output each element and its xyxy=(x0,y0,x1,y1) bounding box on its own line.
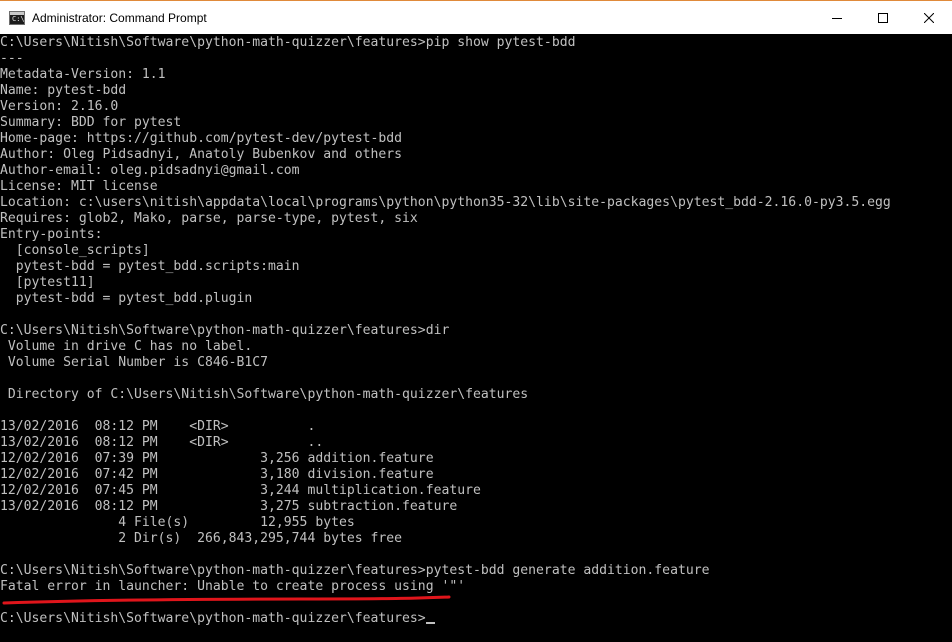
error-line: Fatal error in launcher: Unable to creat… xyxy=(0,579,466,594)
console-line: C:\Users\Nitish\Software\python-math-qui… xyxy=(0,563,710,578)
prompt-line[interactable]: C:\Users\Nitish\Software\python-math-qui… xyxy=(0,611,952,627)
close-button[interactable] xyxy=(906,1,952,35)
error-underline-annotation xyxy=(2,595,451,605)
console-line: 12/02/2016 07:39 PM 3,256 addition.featu… xyxy=(0,451,434,466)
text-cursor xyxy=(425,622,435,624)
console-line: Requires: glob2, Mako, parse, parse-type… xyxy=(0,211,418,226)
console-line: 2 Dir(s) 266,843,295,744 bytes free xyxy=(0,531,403,546)
console-line: Home-page: https://github.com/pytest-dev… xyxy=(0,131,403,146)
window-controls xyxy=(814,1,952,35)
minimize-icon xyxy=(832,18,842,19)
command-prompt-icon[interactable]: C:\ xyxy=(9,10,25,25)
window-title: Administrator: Command Prompt xyxy=(32,10,207,25)
console-line: Version: 2.16.0 xyxy=(0,99,119,114)
prompt-text: C:\Users\Nitish\Software\python-math-qui… xyxy=(0,611,426,626)
console-line: 4 File(s) 12,955 bytes xyxy=(0,515,355,530)
console-line: 12/02/2016 07:45 PM 3,244 multiplication… xyxy=(0,483,481,498)
command-prompt-icon-label: C:\ xyxy=(12,14,25,23)
console-line: Location: c:\users\nitish\appdata\local\… xyxy=(0,195,891,210)
maximize-button[interactable] xyxy=(860,1,906,35)
maximize-icon xyxy=(878,13,888,23)
console-line: C:\Users\Nitish\Software\python-math-qui… xyxy=(0,323,450,338)
console-line: Entry-points: xyxy=(0,227,103,242)
console-line: 13/02/2016 08:12 PM 3,275 subtraction.fe… xyxy=(0,499,458,514)
console-line: [pytest11] xyxy=(0,275,95,290)
console-line: 13/02/2016 08:12 PM <DIR> .. xyxy=(0,435,324,450)
console-line: Name: pytest-bdd xyxy=(0,83,127,98)
console-line: 13/02/2016 08:12 PM <DIR> . xyxy=(0,419,316,434)
console-line: License: MIT license xyxy=(0,179,158,194)
console-line: Directory of C:\Users\Nitish\Software\py… xyxy=(0,387,529,402)
console-line: Author: Oleg Pidsadnyi, Anatoly Bubenkov… xyxy=(0,147,403,162)
console-line: Metadata-Version: 1.1 xyxy=(0,67,166,82)
console-line: pytest-bdd = pytest_bdd.plugin xyxy=(0,291,253,306)
console-line: pytest-bdd = pytest_bdd.scripts:main xyxy=(0,259,300,274)
console-line: 12/02/2016 07:42 PM 3,180 division.featu… xyxy=(0,467,434,482)
console-line: [console_scripts] xyxy=(0,243,150,258)
console-line: Author-email: oleg.pidsadnyi@gmail.com xyxy=(0,163,300,178)
console-line: C:\Users\Nitish\Software\python-math-qui… xyxy=(0,35,576,50)
close-icon xyxy=(924,13,934,23)
command-prompt-window: C:\ Administrator: Command Prompt C:\Use… xyxy=(0,0,952,642)
console-line: --- xyxy=(0,51,24,66)
minimize-button[interactable] xyxy=(814,1,860,35)
console-line: Volume in drive C has no label. xyxy=(0,339,253,354)
console-line: Summary: BDD for pytest xyxy=(0,115,182,130)
title-bar[interactable]: C:\ Administrator: Command Prompt xyxy=(0,0,952,34)
console-line: Volume Serial Number is C846-B1C7 xyxy=(0,355,269,370)
console-output[interactable]: C:\Users\Nitish\Software\python-math-qui… xyxy=(0,34,952,642)
